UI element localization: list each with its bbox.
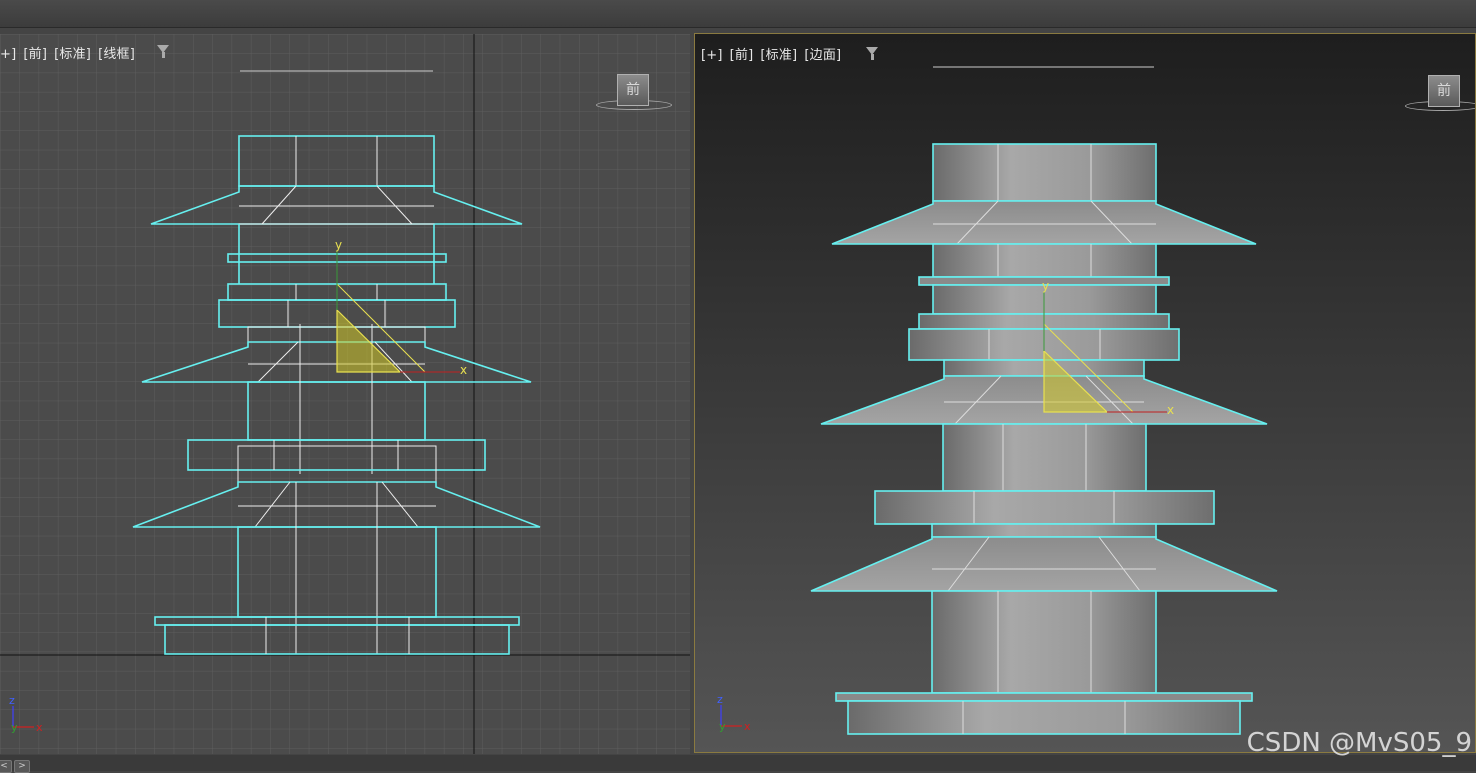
viewport-view-menu[interactable]: [前] [23, 47, 47, 62]
viewport-display-mode-menu[interactable]: [边面] [804, 48, 841, 63]
svg-text:z: z [717, 693, 723, 706]
svg-text:y: y [1042, 279, 1049, 293]
svg-text:x: x [36, 721, 43, 734]
viewport-plus-menu[interactable]: +] [0, 47, 16, 62]
watermark: CSDN @MvS05_9 [1246, 728, 1472, 758]
viewport-shading-preset-menu[interactable]: [标准] [760, 48, 797, 63]
gizmo-x-label: x [460, 363, 467, 377]
filter-icon[interactable] [866, 47, 878, 60]
svg-text:x: x [1167, 403, 1174, 417]
viewport-front-shaded[interactable]: y x z x y [+] [前] [标准] [边面] 前 [694, 33, 1476, 753]
viewport-label-bar-right: [+] [前] [标准] [边面] [701, 44, 848, 63]
svg-text:x: x [744, 720, 751, 733]
viewport-left-canvas: y x z x y [0, 34, 690, 754]
viewport-shading-preset-menu[interactable]: [标准] [54, 47, 91, 62]
viewport-right-canvas: y x z x y [717, 66, 1278, 735]
axis-gizmo-icon: z x y [717, 693, 751, 733]
viewport-display-mode-menu[interactable]: [线框] [98, 47, 135, 62]
viewport-view-menu[interactable]: [前] [730, 48, 754, 63]
pagoda-shaded [810, 143, 1278, 735]
gizmo-y-label: y [335, 238, 342, 252]
svg-text:y: y [719, 720, 726, 733]
top-toolbar [0, 0, 1476, 28]
viewport-plus-menu[interactable]: [+] [701, 48, 723, 63]
next-button[interactable]: > [14, 760, 30, 773]
svg-text:y: y [11, 721, 18, 734]
viewcube-icon[interactable]: 前 [617, 74, 649, 106]
filter-icon[interactable] [157, 45, 169, 58]
svg-text:z: z [9, 694, 15, 707]
viewport-label-bar-left: +] [前] [标准] [线框] [0, 43, 142, 62]
viewcube-icon[interactable]: 前 [1428, 75, 1460, 107]
viewport-front-wireframe[interactable]: y x z x y +] [前] [标准] [线框] 前 [0, 34, 690, 754]
prev-button[interactable]: < [0, 760, 12, 773]
